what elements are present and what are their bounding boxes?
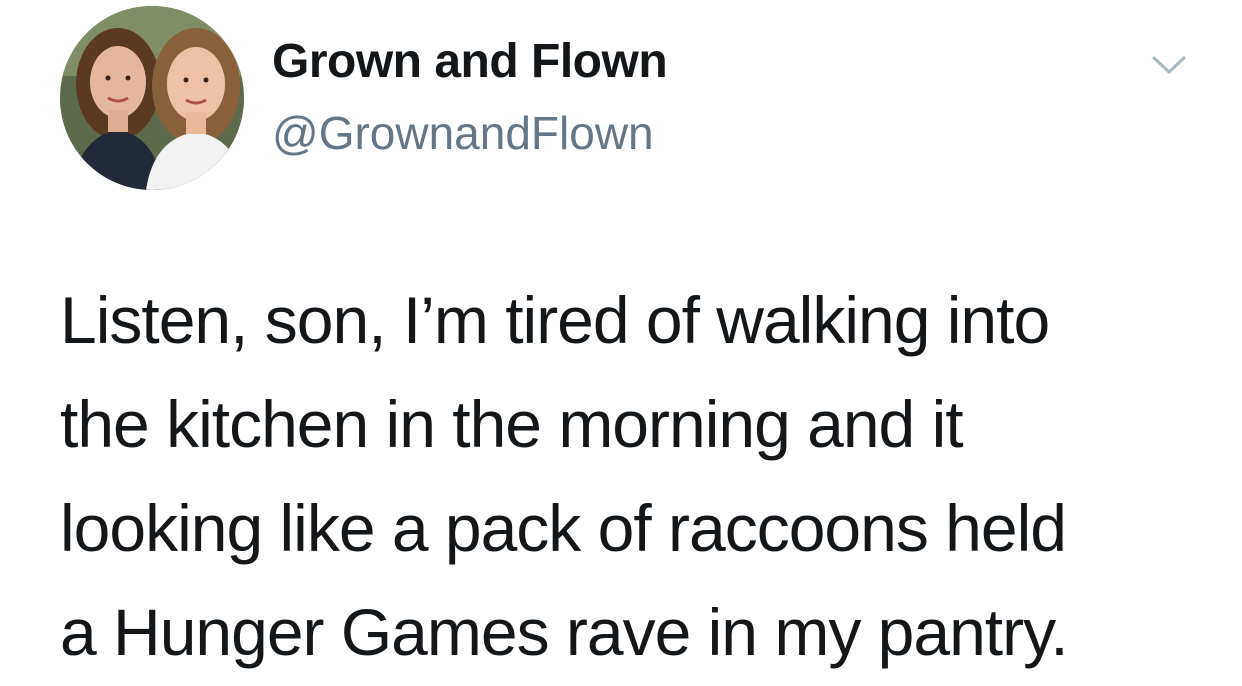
author-info: Grown and Flown @GrownandFlown (272, 36, 668, 159)
tweet-text: Listen, son, I’m tired of walking into t… (60, 268, 1210, 684)
tweet-text-line: Listen, son, I’m tired of walking into (60, 283, 1050, 357)
tweet-text-line: the kitchen in the morning and it (60, 387, 964, 461)
tweet-text-line: looking like a pack of raccoons held (60, 491, 1067, 565)
display-name[interactable]: Grown and Flown (272, 36, 668, 88)
tweet-text-line: a Hunger Games rave in my pantry. (60, 595, 1069, 669)
chevron-down-icon[interactable] (1150, 50, 1188, 80)
avatar-photo (60, 6, 244, 190)
avatar[interactable] (60, 6, 244, 190)
user-handle[interactable]: @GrownandFlown (272, 108, 667, 158)
tweet-card: Grown and Flown @GrownandFlown Listen, s… (0, 0, 1242, 686)
